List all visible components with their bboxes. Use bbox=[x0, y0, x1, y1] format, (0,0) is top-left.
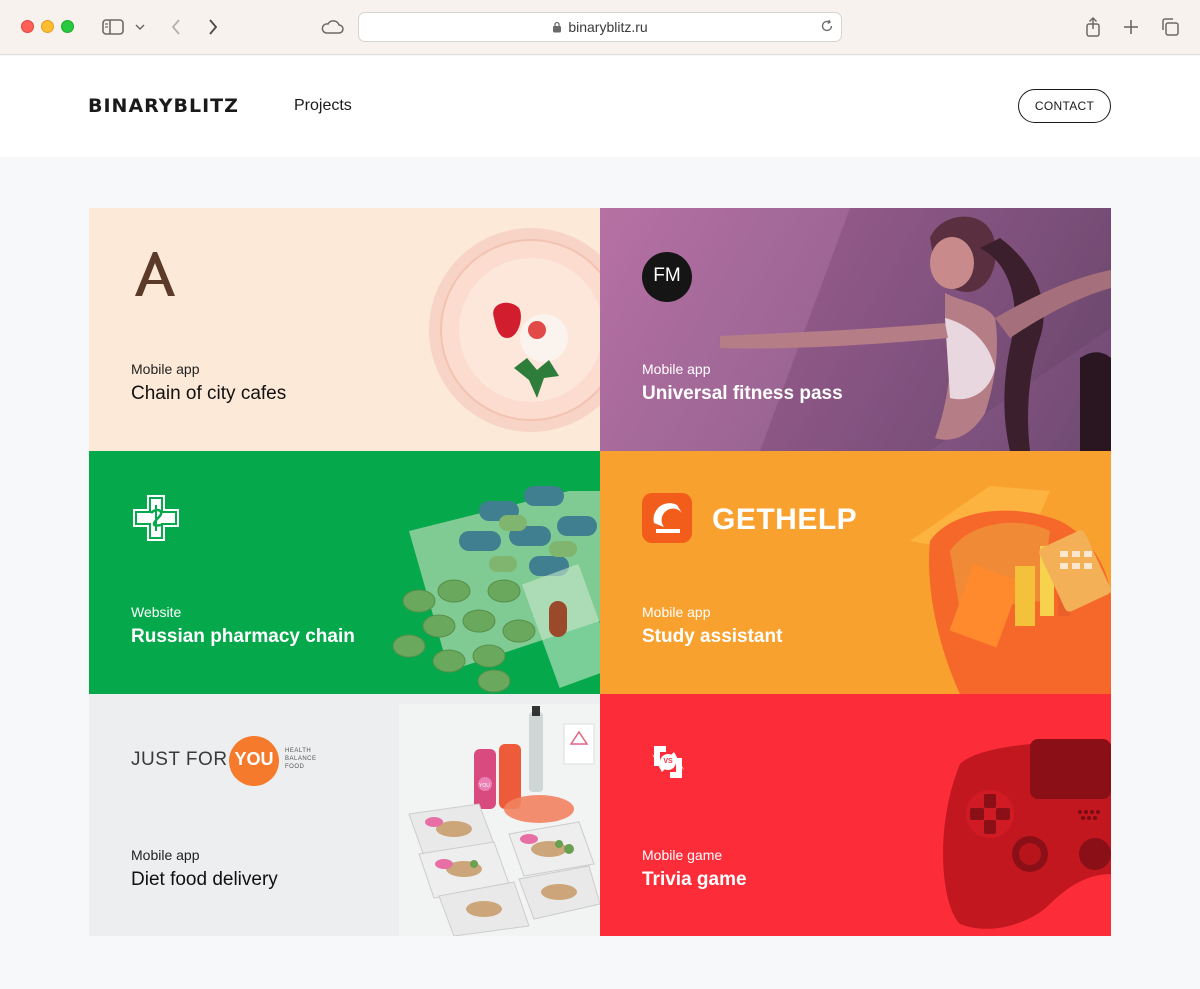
reload-icon[interactable] bbox=[820, 19, 834, 33]
tagline-health: HEALTH bbox=[285, 748, 312, 754]
bottle-label-text: YOU bbox=[479, 783, 490, 789]
vs-logo-text: VS bbox=[663, 758, 673, 765]
project-title: Universal fitness pass bbox=[642, 383, 843, 404]
dessert-plate-image bbox=[429, 228, 600, 432]
cafe-a-logo-icon bbox=[135, 252, 175, 296]
project-card-diet[interactable]: YOU JUST FOR YOU HEALTH BALANCE FOOD Mob… bbox=[89, 694, 600, 936]
project-kind: Mobile app bbox=[131, 361, 200, 377]
site-header: BINARYBLITZ Projects CONTACT bbox=[0, 56, 1200, 157]
gethelp-logo-text: GETHELP bbox=[712, 503, 858, 536]
new-tab-icon[interactable] bbox=[1120, 14, 1142, 40]
zoom-window-button[interactable] bbox=[61, 20, 74, 33]
project-card-cafes[interactable]: Mobile app Chain of city cafes bbox=[89, 208, 600, 451]
browser-toolbar: binaryblitz.ru bbox=[0, 0, 1200, 55]
fitness-woman-image bbox=[600, 208, 1111, 451]
back-icon[interactable] bbox=[166, 14, 186, 40]
project-title: Chain of city cafes bbox=[131, 383, 287, 404]
project-kind: Mobile app bbox=[642, 604, 711, 620]
fm-logo-text: FM bbox=[653, 265, 681, 286]
contact-button[interactable]: CONTACT bbox=[1018, 89, 1111, 123]
pharmacy-cross-logo-icon bbox=[133, 495, 179, 541]
justforyou-you-text: YOU bbox=[234, 749, 274, 769]
site-logo[interactable]: BINARYBLITZ bbox=[88, 95, 239, 117]
project-title: Diet food delivery bbox=[131, 869, 278, 890]
justforyou-logo-text: JUST FOR bbox=[131, 749, 228, 770]
project-card-trivia[interactable]: VS Mobile game Trivia game bbox=[600, 694, 1111, 936]
gethelp-protractor-logo-icon bbox=[642, 493, 692, 543]
project-card-fitness[interactable]: FM Mobile app Universal fitness pass bbox=[600, 208, 1111, 451]
tagline-balance: BALANCE bbox=[285, 756, 317, 762]
project-card-pharmacy[interactable]: Website Russian pharmacy chain bbox=[89, 451, 600, 694]
school-supplies-image bbox=[910, 486, 1111, 694]
pills-image bbox=[392, 486, 600, 693]
nav-projects-link[interactable]: Projects bbox=[294, 97, 352, 115]
icloud-icon[interactable] bbox=[318, 14, 346, 40]
minimize-window-button[interactable] bbox=[41, 20, 54, 33]
project-kind: Mobile app bbox=[642, 361, 711, 377]
food-boxes-image: YOU bbox=[399, 704, 600, 936]
url-text: binaryblitz.ru bbox=[568, 19, 648, 35]
chevron-down-icon[interactable] bbox=[133, 14, 147, 40]
justforyou-tagline: HEALTH BALANCE FOOD bbox=[285, 747, 317, 771]
tagline-food: FOOD bbox=[285, 764, 305, 770]
share-icon[interactable] bbox=[1082, 14, 1104, 40]
projects-grid: Mobile app Chain of city cafes FM Mobile… bbox=[89, 208, 1111, 936]
project-kind: Website bbox=[131, 604, 182, 620]
tab-overview-icon[interactable] bbox=[1158, 14, 1182, 40]
project-title: Study assistant bbox=[642, 626, 783, 647]
project-kind: Mobile game bbox=[642, 847, 723, 863]
sidebar-toggle-icon[interactable] bbox=[101, 14, 125, 40]
project-card-study[interactable]: GETHELP Mobile app Study assistant bbox=[600, 451, 1111, 694]
gamepad-image bbox=[943, 739, 1111, 929]
forward-icon[interactable] bbox=[203, 14, 223, 40]
lock-icon bbox=[552, 21, 562, 33]
project-title: Trivia game bbox=[642, 869, 747, 890]
address-bar[interactable]: binaryblitz.ru bbox=[358, 12, 842, 42]
close-window-button[interactable] bbox=[21, 20, 34, 33]
project-kind: Mobile app bbox=[131, 847, 200, 863]
project-title: Russian pharmacy chain bbox=[131, 626, 355, 647]
